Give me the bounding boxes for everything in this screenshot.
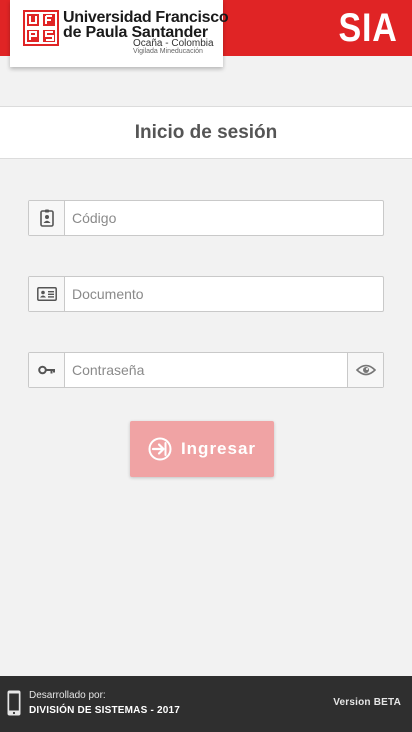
mobile-phone-icon (7, 690, 21, 716)
ingresar-button[interactable]: Ingresar (130, 421, 274, 477)
contrasena-addon (29, 353, 65, 387)
documento-addon (29, 277, 65, 311)
documento-field-group (28, 276, 384, 312)
page-title: Inicio de sesión (134, 122, 278, 143)
toggle-password-button[interactable] (347, 353, 383, 387)
id-card-icon (36, 287, 57, 301)
documento-input[interactable] (65, 277, 383, 311)
university-emblem-icon (23, 10, 59, 46)
developer-team: DIVISIÓN DE SISTEMAS - 2017 (29, 705, 180, 716)
developed-by-label: Desarrollado por: (29, 690, 106, 701)
sign-in-icon (148, 437, 172, 461)
app-name: SIA (338, 6, 398, 50)
codigo-addon (29, 201, 65, 235)
app-header: Universidad Francisco de Paula Santander… (0, 0, 412, 67)
badge-icon (39, 209, 54, 227)
version-label: Version BETA (333, 697, 401, 708)
key-icon (37, 365, 55, 375)
app-footer: Desarrollado por: DIVISIÓN DE SISTEMAS -… (0, 676, 412, 732)
title-bar: Inicio de sesión (0, 106, 412, 159)
codigo-input[interactable] (65, 201, 383, 235)
eye-icon (355, 364, 376, 376)
university-logo[interactable]: Universidad Francisco de Paula Santander… (10, 0, 229, 67)
ingresar-button-label: Ingresar (180, 439, 257, 458)
codigo-field-group (28, 200, 384, 236)
logo-vigilada: Vigilada Mineducación (133, 48, 203, 55)
contrasena-input[interactable] (65, 353, 347, 387)
contrasena-field-group (28, 352, 384, 388)
